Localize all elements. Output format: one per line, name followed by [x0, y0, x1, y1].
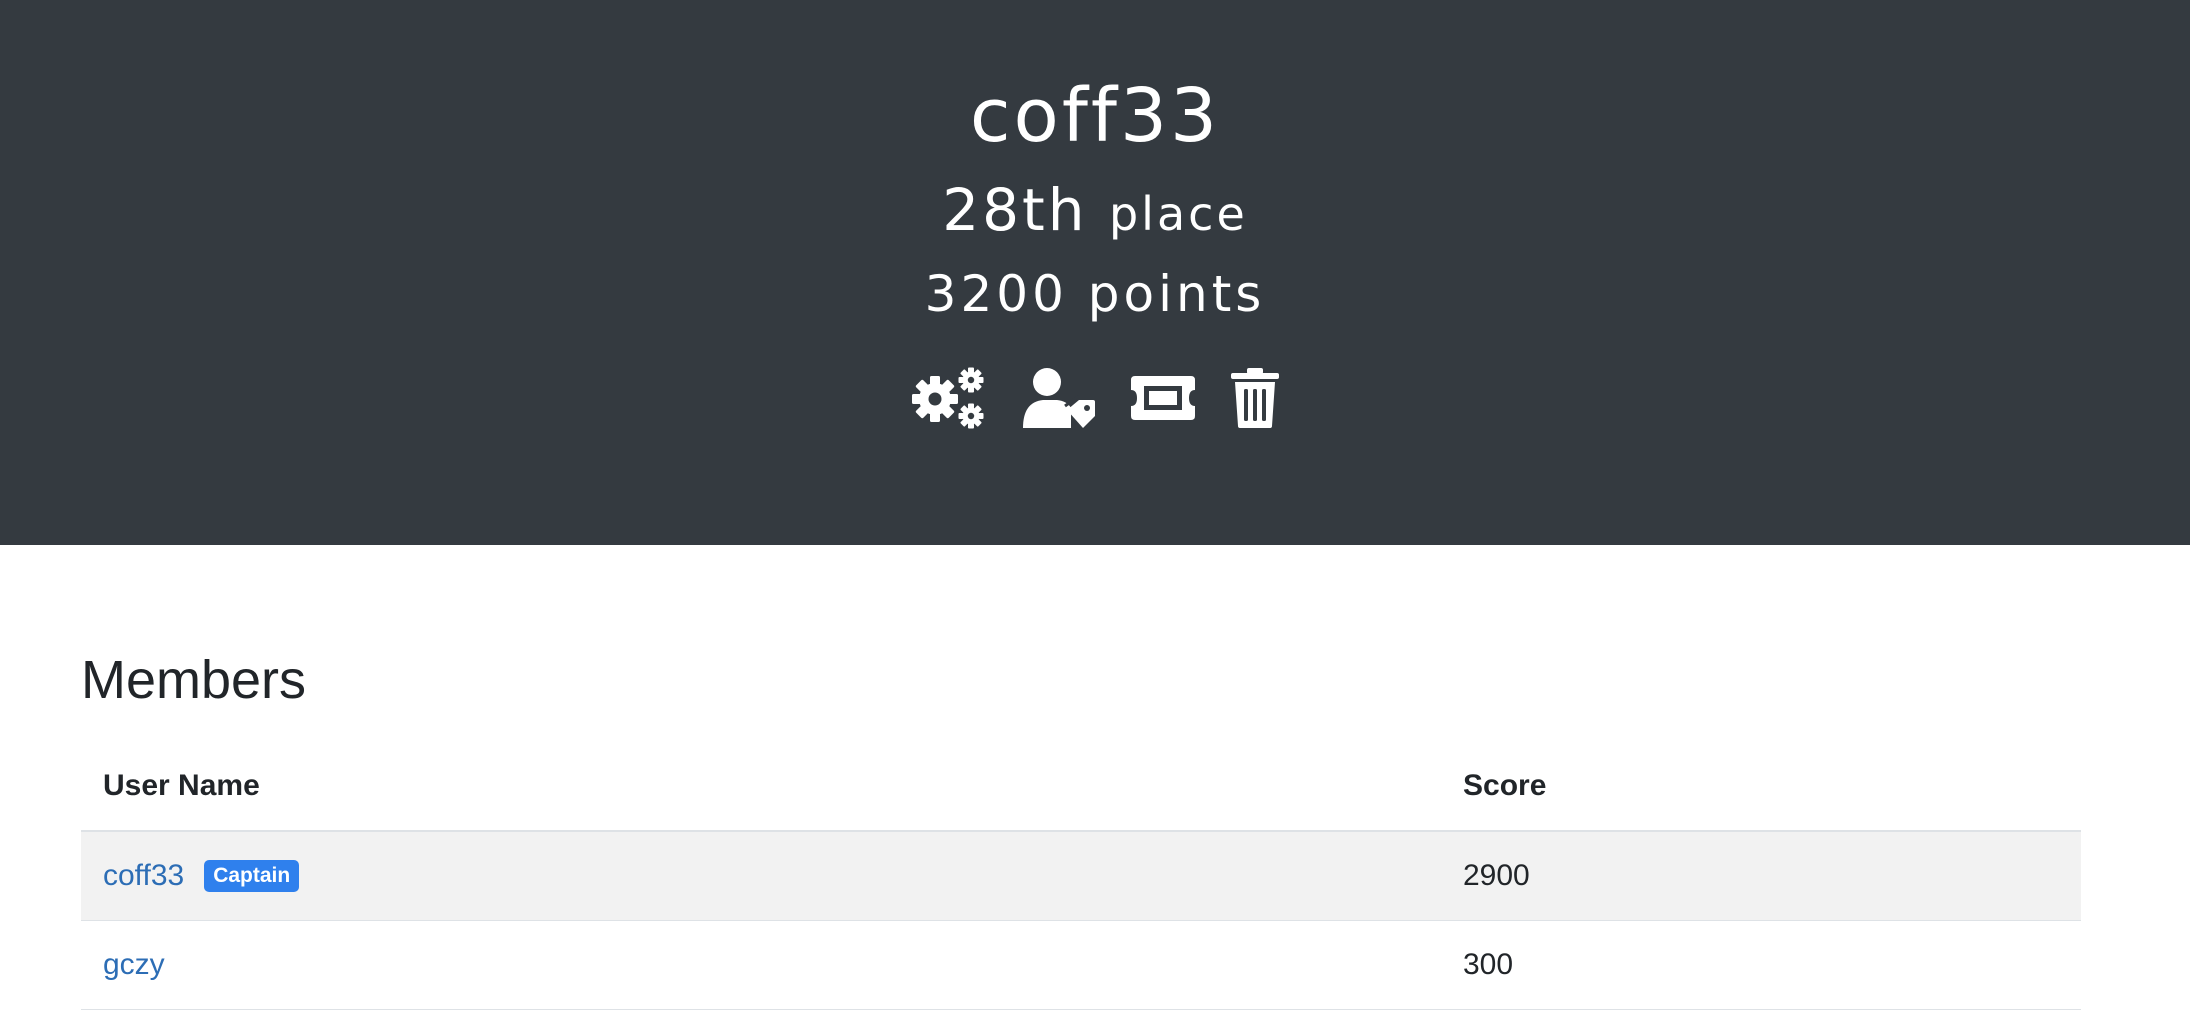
members-table: User Name Score coff33 Captain 2900 gczy … — [81, 742, 2081, 1010]
column-header-username: User Name — [81, 742, 1441, 832]
member-score: 300 — [1441, 920, 2081, 1010]
user-tag-icon[interactable] — [1021, 366, 1097, 430]
captain-badge: Captain — [204, 860, 300, 892]
team-header: coff33 28th place 3200 points — [0, 0, 2190, 545]
member-name-cell: gczy — [81, 920, 1441, 1010]
member-link[interactable]: gczy — [103, 948, 165, 981]
place-suffix: place — [1108, 187, 1248, 241]
members-title: Members — [81, 650, 307, 710]
table-header-row: User Name Score — [81, 742, 2081, 832]
place-number: 28th — [942, 176, 1088, 244]
team-actions — [0, 366, 2190, 430]
column-header-score: Score — [1441, 742, 2081, 832]
table-row: coff33 Captain 2900 — [81, 831, 2081, 921]
ticket-icon[interactable] — [1129, 366, 1197, 430]
team-name: coff33 — [969, 73, 1221, 159]
team-points: 3200 points — [924, 265, 1266, 323]
member-name-cell: coff33 Captain — [81, 831, 1441, 921]
trash-icon[interactable] — [1229, 366, 1281, 430]
team-place: 28th place — [0, 170, 2190, 254]
member-link[interactable]: coff33 — [103, 859, 184, 892]
table-row: gczy 300 — [81, 920, 2081, 1010]
member-score: 2900 — [1441, 831, 2081, 921]
cogs-icon[interactable] — [909, 366, 989, 430]
